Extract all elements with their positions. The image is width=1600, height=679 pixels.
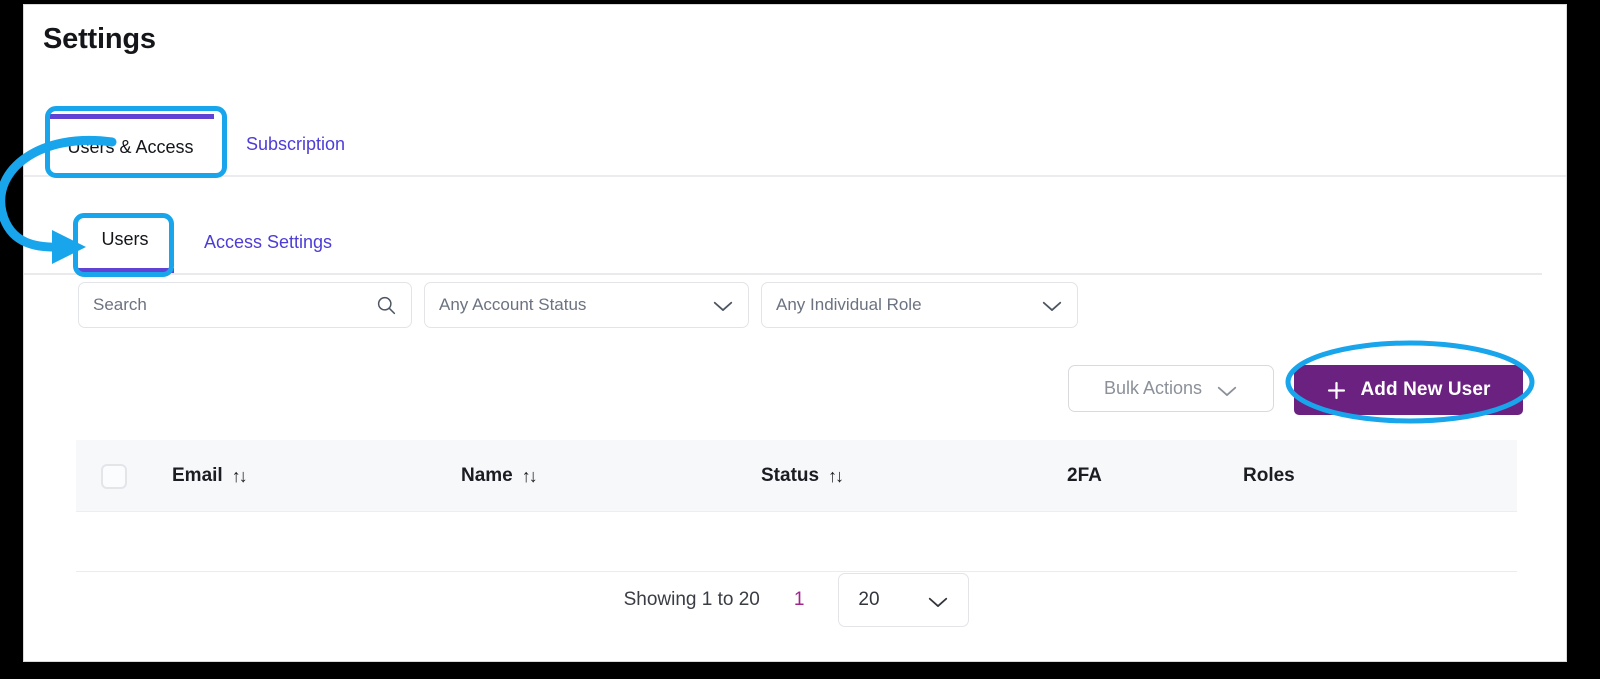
column-header-name-label: Name	[461, 465, 513, 486]
account-status-select[interactable]: Any Account Status	[424, 282, 749, 328]
chevron-down-icon	[1216, 382, 1238, 396]
search-field-wrapper[interactable]: Search	[78, 282, 412, 328]
table-body-empty	[76, 512, 1517, 572]
column-header-roles: Roles	[1243, 440, 1295, 512]
column-header-2fa-label: 2FA	[1067, 465, 1102, 486]
chevron-down-icon	[1041, 298, 1063, 312]
bulk-actions-label: Bulk Actions	[1103, 378, 1203, 398]
tab-users[interactable]: Users	[76, 211, 174, 273]
add-new-user-label: Add New User	[1360, 379, 1491, 400]
action-bar: Bulk Actions Add New User	[24, 365, 1566, 415]
filter-bar: Search Any Account Status Any Individual…	[78, 282, 1078, 328]
column-header-status-label: Status	[761, 465, 820, 486]
column-header-status[interactable]: Status ↑↓	[761, 440, 844, 512]
page-title: Settings	[43, 23, 156, 55]
chevron-down-icon	[712, 298, 734, 312]
table-header-row: Email ↑↓ Name ↑↓ Status ↑↓ 2FA Roles	[76, 440, 1517, 512]
plus-icon	[1326, 380, 1347, 401]
tab-users-and-access-label: Users & Access	[67, 136, 194, 157]
tab-users-label: Users	[101, 229, 149, 249]
search-icon[interactable]	[376, 295, 397, 316]
settings-page: Settings Users & Access Subscription Use…	[23, 4, 1567, 662]
tab-subscription[interactable]: Subscription	[233, 114, 358, 175]
pagination-bar: Showing 1 to 20 1 20	[24, 565, 1566, 635]
individual-role-select[interactable]: Any Individual Role	[761, 282, 1078, 328]
column-header-2fa: 2FA	[1067, 440, 1102, 512]
search-input-placeholder: Search	[93, 295, 147, 314]
sort-icon[interactable]: ↑↓	[232, 466, 248, 487]
account-status-value: Any Account Status	[439, 295, 587, 314]
tab-subscription-label: Subscription	[245, 134, 346, 154]
screenshot-root: Settings Users & Access Subscription Use…	[0, 0, 1600, 679]
secondary-tab-bar: Users Access Settings	[24, 211, 1542, 275]
users-table: Email ↑↓ Name ↑↓ Status ↑↓ 2FA Roles	[76, 440, 1517, 572]
bulk-actions-dropdown[interactable]: Bulk Actions	[1068, 365, 1274, 412]
column-header-name[interactable]: Name ↑↓	[461, 440, 538, 512]
page-number-1[interactable]: 1	[790, 589, 809, 611]
sort-icon[interactable]: ↑↓	[828, 466, 844, 487]
column-header-roles-label: Roles	[1243, 465, 1295, 486]
select-all-checkbox[interactable]	[101, 464, 127, 489]
sort-icon[interactable]: ↑↓	[522, 466, 538, 487]
tab-access-settings-label: Access Settings	[203, 231, 333, 252]
showing-range-text: Showing 1 to 20	[623, 589, 760, 610]
tab-users-and-access[interactable]: Users & Access	[47, 114, 214, 175]
tab-access-settings[interactable]: Access Settings	[200, 211, 336, 273]
per-page-value: 20	[858, 589, 880, 610]
individual-role-value: Any Individual Role	[776, 295, 922, 314]
primary-tab-bar: Users & Access Subscription	[24, 114, 1566, 177]
add-new-user-button[interactable]: Add New User	[1294, 365, 1523, 415]
chevron-down-icon	[927, 593, 949, 608]
per-page-select[interactable]: 20	[838, 573, 970, 627]
column-header-email-label: Email	[172, 465, 223, 486]
column-header-email[interactable]: Email ↑↓	[172, 440, 248, 512]
